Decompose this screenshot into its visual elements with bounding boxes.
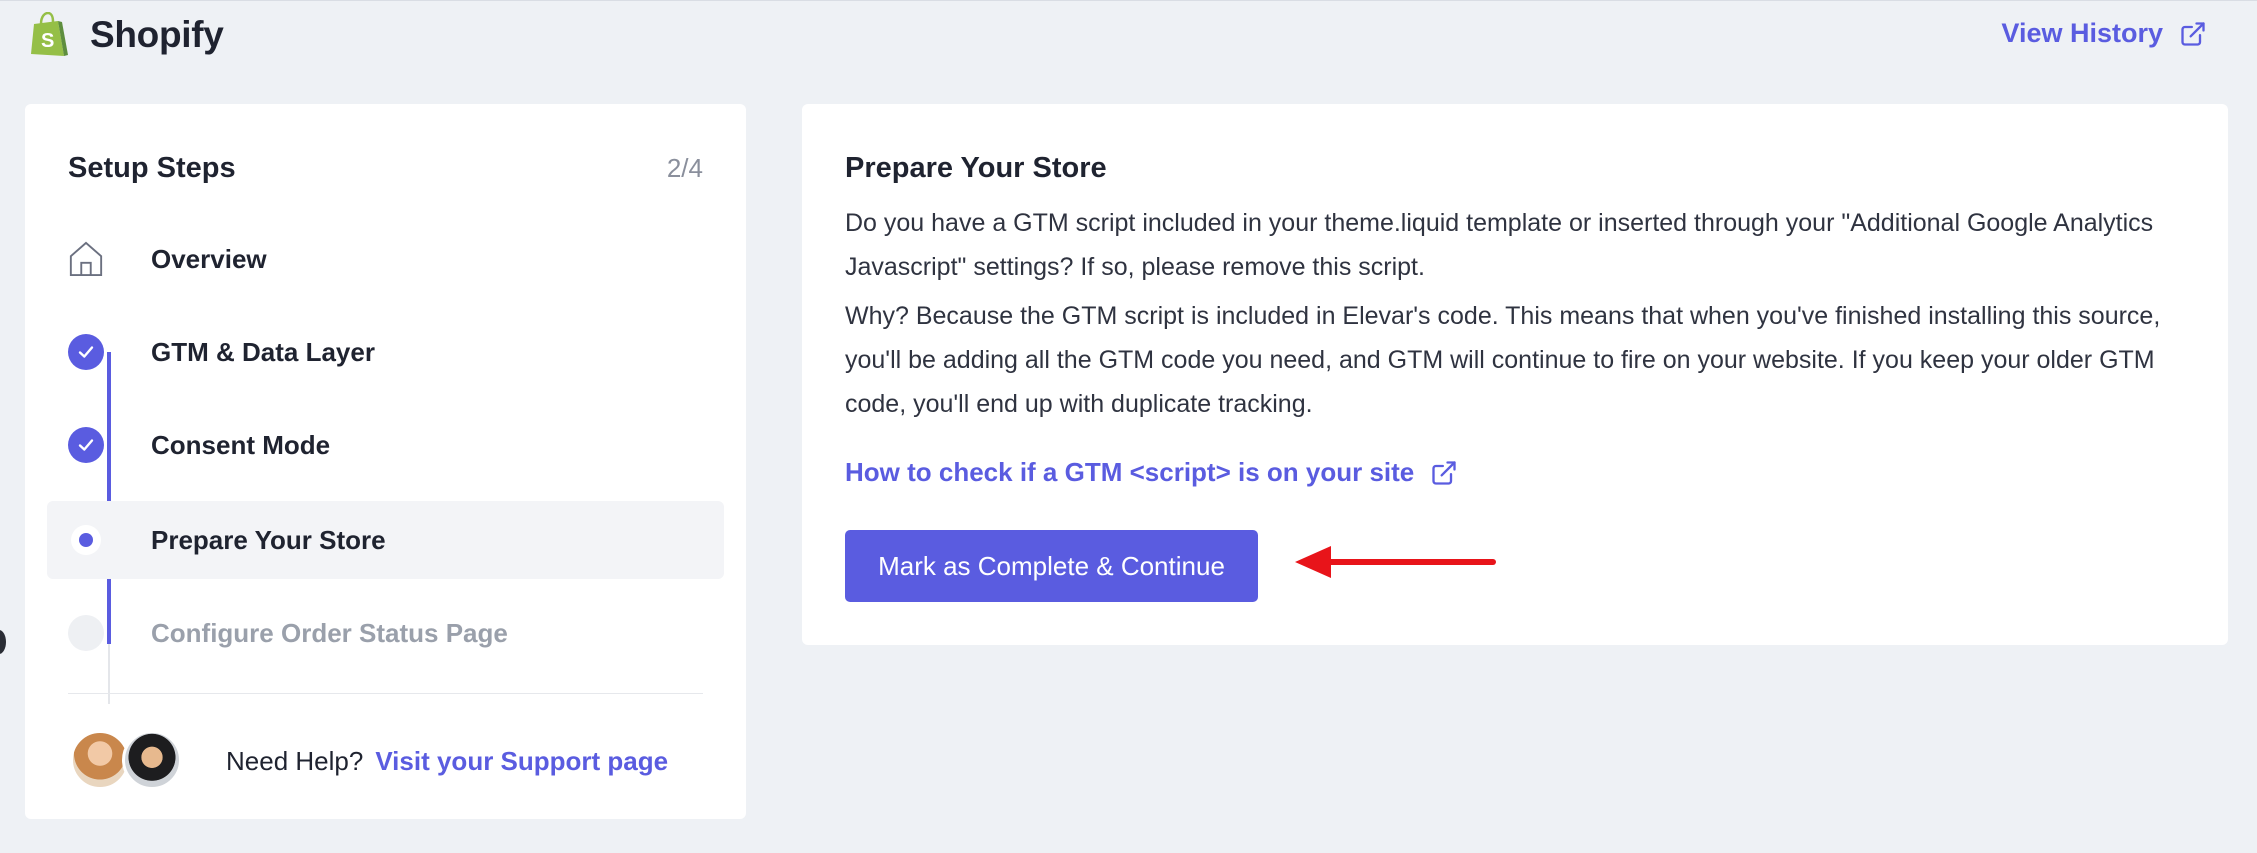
header: S Shopify View History <box>0 0 2257 80</box>
step-label: Prepare Your Store <box>151 524 386 555</box>
edge-handle <box>0 630 6 654</box>
step-label: Overview <box>151 243 267 274</box>
app-name: Shopify <box>90 14 224 55</box>
step-label: GTM & Data Layer <box>151 336 375 367</box>
external-link-icon <box>2181 21 2205 46</box>
step-gtm-data-layer[interactable]: GTM & Data Layer <box>47 313 724 391</box>
view-history-label: View History <box>2001 18 2163 48</box>
divider <box>68 693 703 694</box>
brand: S Shopify <box>28 12 224 58</box>
instruction-paragraph: Do you have a GTM script included in you… <box>845 209 2154 281</box>
prepare-store-panel: Prepare Your Store Do you have a GTM scr… <box>802 104 2228 645</box>
step-label: Consent Mode <box>151 429 331 460</box>
step-marker <box>68 241 104 277</box>
step-marker <box>68 427 104 463</box>
view-history-link[interactable]: View History <box>2001 18 2207 49</box>
pending-step-dot <box>68 615 104 651</box>
step-marker <box>68 334 104 370</box>
panel-content: Prepare Your Store Do you have a GTM scr… <box>845 152 2185 488</box>
svg-text:S: S <box>41 30 54 52</box>
avatar <box>122 730 182 790</box>
step-marker <box>68 615 104 651</box>
support-avatars <box>70 730 186 792</box>
step-label: Configure Order Status Page <box>151 617 508 648</box>
guide-link-label: How to check if a GTM <script> is on you… <box>845 457 1415 487</box>
setup-steps-progress: 2/4 <box>666 153 703 183</box>
step-consent-mode[interactable]: Consent Mode <box>47 406 724 484</box>
current-step-dot <box>71 525 101 555</box>
step-prepare-your-store[interactable]: Prepare Your Store <box>47 501 724 579</box>
checkmark-icon <box>68 334 104 370</box>
setup-steps-panel: Setup Steps 2/4 Overview GTM & Data Laye… <box>25 104 746 819</box>
external-link-icon <box>1432 460 1456 485</box>
help-text: Need Help? <box>226 745 364 776</box>
step-overview[interactable]: Overview <box>47 220 724 298</box>
setup-steps-header: Setup Steps 2/4 <box>68 152 703 185</box>
annotation-arrow-icon <box>1295 546 1496 578</box>
support-page-link[interactable]: Visit your Support page <box>375 746 668 777</box>
gtm-check-guide-link[interactable]: How to check if a GTM <script> is on you… <box>845 457 1458 488</box>
mark-complete-continue-button[interactable]: Mark as Complete & Continue <box>845 530 1258 602</box>
avatar <box>70 730 130 790</box>
checkmark-icon <box>68 427 104 463</box>
shopify-bag-icon: S <box>31 12 68 56</box>
step-marker <box>68 522 104 558</box>
step-configure-order-status-page[interactable]: Configure Order Status Page <box>47 594 724 672</box>
home-icon <box>69 241 103 277</box>
help-section: Need Help? Visit your Support page <box>70 726 668 796</box>
page-title: Prepare Your Store <box>845 152 1107 184</box>
setup-steps-title: Setup Steps <box>68 152 236 184</box>
explanation-paragraph: Why? Because the GTM script is included … <box>845 302 2161 418</box>
